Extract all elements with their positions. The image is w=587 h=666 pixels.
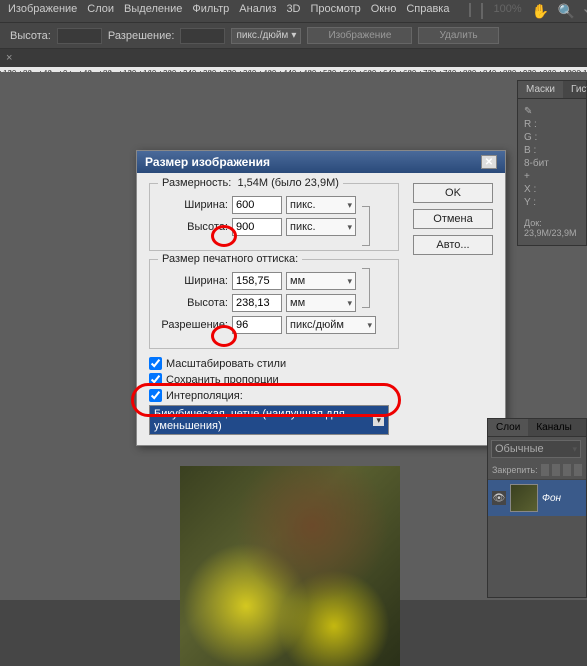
layers-tab[interactable]: Слои bbox=[488, 419, 528, 436]
document-tab-strip: × bbox=[0, 49, 587, 67]
width-label: Ширина: bbox=[160, 199, 228, 211]
dialog-titlebar[interactable]: Размер изображения ✕ bbox=[137, 151, 505, 173]
rotate-icon[interactable]: ⟲ bbox=[584, 3, 587, 19]
opt-image-button[interactable]: Изображение bbox=[307, 27, 412, 44]
layer-thumbnail[interactable] bbox=[510, 484, 538, 512]
eyedropper-icon: ✎ bbox=[524, 106, 532, 117]
print-height-input[interactable] bbox=[232, 294, 282, 312]
resolution-input[interactable] bbox=[232, 316, 282, 334]
paths-tab[interactable]: Контур bbox=[580, 419, 587, 436]
menu-window[interactable]: Окно bbox=[371, 3, 397, 19]
workspace-icon[interactable] bbox=[469, 3, 471, 17]
scale-styles-label: Масштабировать стили bbox=[166, 358, 286, 370]
print-height-label: Высота: bbox=[160, 297, 228, 309]
interpolation-label: Интерполяция: bbox=[166, 390, 243, 402]
width-input[interactable] bbox=[232, 196, 282, 214]
menu-image[interactable]: Изображение bbox=[8, 3, 77, 19]
menu-layers[interactable]: Слои bbox=[87, 3, 114, 19]
menu-help[interactable]: Справка bbox=[406, 3, 449, 19]
info-doc: Док: 23,9M/23,9M bbox=[524, 217, 580, 239]
layer-name: Фон bbox=[542, 493, 561, 504]
print-size-legend: Размер печатного оттиска: bbox=[158, 253, 302, 265]
lock-position-icon[interactable] bbox=[563, 464, 571, 476]
opt-unit-dropdown[interactable]: пикс./дюйм▾ bbox=[231, 28, 301, 44]
scale-styles-checkbox[interactable] bbox=[149, 357, 162, 370]
zoom-icon[interactable]: 🔍 bbox=[558, 3, 574, 19]
interpolation-checkbox[interactable] bbox=[149, 389, 162, 402]
constrain-checkbox[interactable] bbox=[149, 373, 162, 386]
image-size-dialog: Размер изображения ✕ OK Отмена Авто... Р… bbox=[136, 150, 506, 446]
options-bar: Высота: Разрешение: пикс./дюйм▾ Изображе… bbox=[0, 23, 587, 49]
main-menubar: Изображение Слои Выделение Фильтр Анализ… bbox=[0, 0, 587, 23]
print-width-input[interactable] bbox=[232, 272, 282, 290]
menu-select[interactable]: Выделение bbox=[124, 3, 182, 19]
width-unit-dropdown[interactable]: пикс. bbox=[286, 196, 356, 214]
info-y: Y : bbox=[524, 196, 580, 209]
histogram-tab[interactable]: Гистограм bbox=[563, 81, 587, 98]
dialog-close-button[interactable]: ✕ bbox=[481, 155, 497, 169]
zoom-percent: 100% bbox=[493, 3, 521, 19]
height-label: Высота: bbox=[10, 30, 51, 42]
document-close-x[interactable]: × bbox=[6, 52, 12, 64]
print-width-label: Ширина: bbox=[160, 275, 228, 287]
print-height-unit-dropdown[interactable]: мм bbox=[286, 294, 356, 312]
blend-mode-dropdown[interactable]: Обычные bbox=[491, 440, 581, 458]
arrange-dropdown[interactable] bbox=[481, 3, 483, 19]
visibility-eye-icon[interactable]: 👁 bbox=[492, 491, 506, 505]
height-label: Высота: bbox=[160, 221, 228, 233]
constrain-label: Сохранить пропорции bbox=[166, 374, 279, 386]
masks-tab[interactable]: Маски bbox=[518, 81, 563, 98]
height-unit-dropdown[interactable]: пикс. bbox=[286, 218, 356, 236]
link-constrain-icon-2[interactable] bbox=[362, 268, 370, 308]
opt-resolution-input[interactable] bbox=[180, 28, 225, 44]
info-x: X : bbox=[524, 183, 580, 196]
print-width-unit-dropdown[interactable]: мм bbox=[286, 272, 356, 290]
dimensions-legend: Размерность: 1,54M (было 23,9M) bbox=[158, 177, 343, 189]
image-preview bbox=[180, 466, 400, 666]
menu-3d[interactable]: 3D bbox=[286, 3, 300, 19]
menu-analysis[interactable]: Анализ bbox=[239, 3, 276, 19]
lock-all-icon[interactable] bbox=[574, 464, 582, 476]
auto-button[interactable]: Авто... bbox=[413, 235, 493, 255]
info-r: R : bbox=[524, 118, 580, 131]
info-b: B : bbox=[524, 144, 580, 157]
resolution-label2: Разрешение: bbox=[160, 319, 228, 331]
crosshair-icon: + bbox=[524, 171, 530, 182]
lock-label: Закрепить: bbox=[492, 465, 538, 475]
opt-height-input[interactable] bbox=[57, 28, 102, 44]
cancel-button[interactable]: Отмена bbox=[413, 209, 493, 229]
interpolation-dropdown[interactable]: Бикубическая, четче (наилучшая для умень… bbox=[149, 405, 389, 435]
opt-delete-button[interactable]: Удалить bbox=[418, 27, 498, 44]
menu-filter[interactable]: Фильтр bbox=[192, 3, 229, 19]
height-input[interactable] bbox=[232, 218, 282, 236]
dialog-title-text: Размер изображения bbox=[145, 155, 270, 169]
resolution-label: Разрешение: bbox=[108, 30, 175, 42]
hand-icon[interactable]: ✋ bbox=[532, 3, 548, 19]
lock-pixels-icon[interactable] bbox=[552, 464, 560, 476]
info-bit: 8-бит bbox=[524, 157, 580, 170]
resolution-unit-dropdown[interactable]: пикс/дюйм bbox=[286, 316, 376, 334]
info-g: G : bbox=[524, 131, 580, 144]
menu-view[interactable]: Просмотр bbox=[311, 3, 361, 19]
channels-tab[interactable]: Каналы bbox=[528, 419, 580, 436]
link-constrain-icon[interactable] bbox=[362, 206, 370, 246]
lock-transparency-icon[interactable] bbox=[541, 464, 549, 476]
layer-row-background[interactable]: 👁 Фон bbox=[488, 480, 586, 516]
ok-button[interactable]: OK bbox=[413, 183, 493, 203]
